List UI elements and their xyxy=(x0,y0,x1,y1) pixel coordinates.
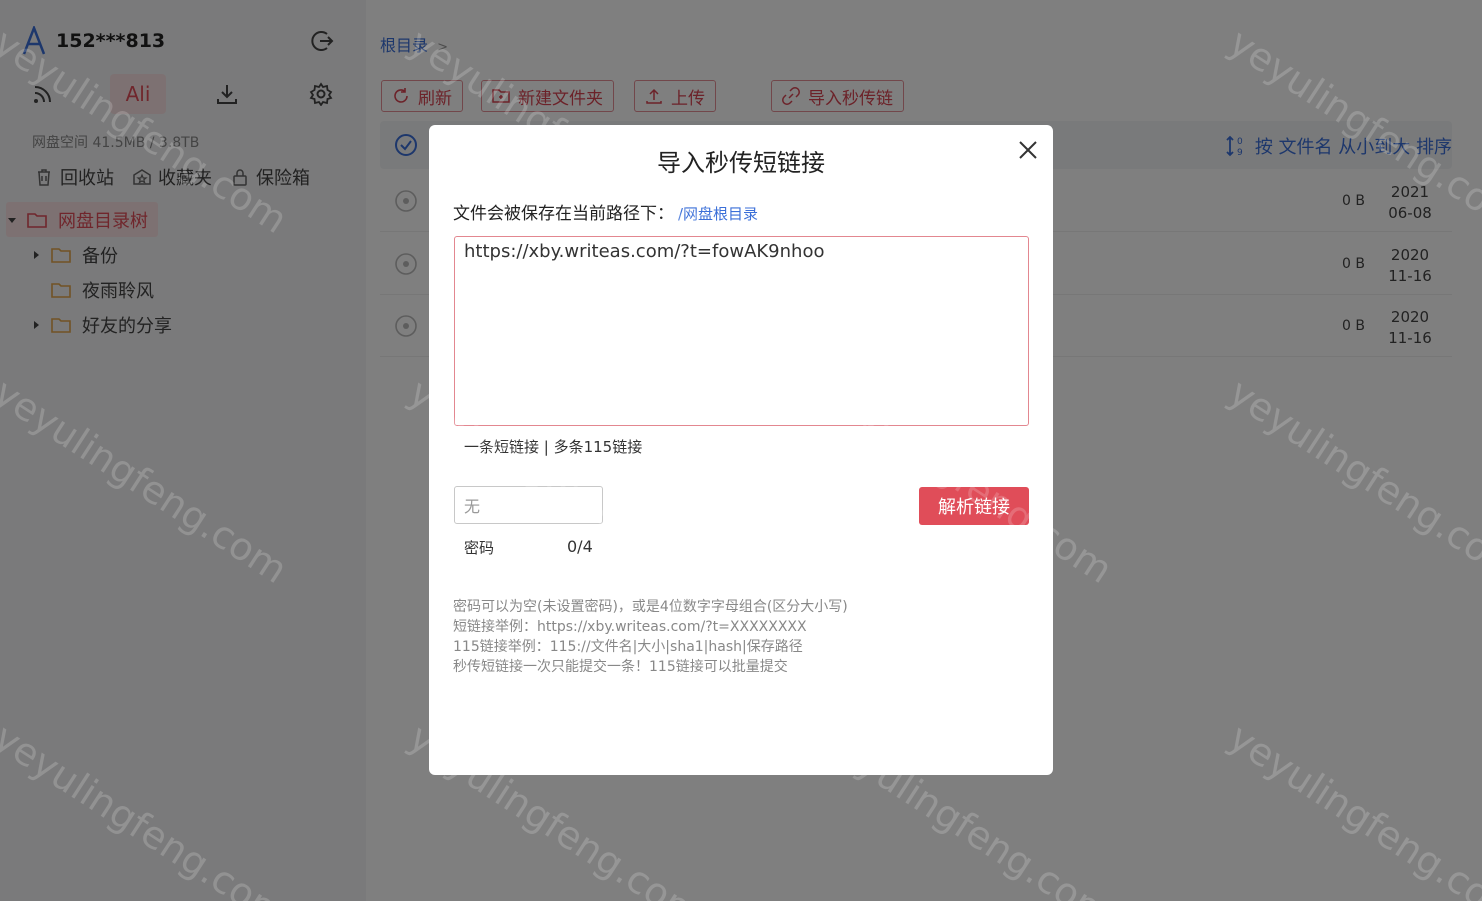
import-link-dialog: 导入秒传短链接 文件会被保存在当前路径下：/网盘根目录 https://xby.… xyxy=(429,125,1053,775)
save-path-label: 文件会被保存在当前路径下： xyxy=(453,204,674,224)
help-note: 115链接举例：115://文件名|大小|sha1|hash|保存路径 xyxy=(453,639,803,655)
help-notes: 密码可以为空(未设置密码)，或是4位数字字母组合(区分大小写) 短链接举例：ht… xyxy=(453,597,848,677)
password-counter: 0/4 xyxy=(567,537,593,556)
save-path: 文件会被保存在当前路径下：/网盘根目录 xyxy=(453,199,758,224)
help-note: 短链接举例：https://xby.writeas.com/?t=XXXXXXX… xyxy=(453,619,807,635)
help-note: 密码可以为空(未设置密码)，或是4位数字字母组合(区分大小写) xyxy=(453,599,848,615)
password-input[interactable]: 无 xyxy=(454,486,603,524)
save-path-link[interactable]: /网盘根目录 xyxy=(678,205,758,223)
parse-link-button[interactable]: 解析链接 xyxy=(919,487,1029,525)
dialog-title: 导入秒传短链接 xyxy=(657,149,825,177)
link-hint: 一条短链接 | 多条115链接 xyxy=(464,438,643,456)
password-label: 密码 xyxy=(464,539,495,557)
close-icon[interactable] xyxy=(1017,139,1039,161)
help-note: 秒传短链接一次只能提交一条！115链接可以批量提交 xyxy=(453,659,788,675)
link-textarea[interactable]: https://xby.writeas.com/?t=fowAK9nhoo xyxy=(454,236,1029,426)
